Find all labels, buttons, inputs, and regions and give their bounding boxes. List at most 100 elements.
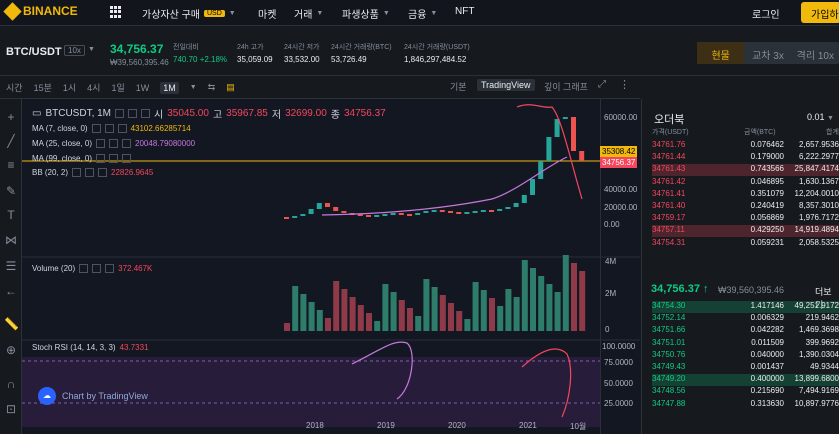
binance-logo[interactable]: BINANCE bbox=[3, 1, 78, 21]
chevron-down-icon: ▼ bbox=[827, 115, 834, 122]
fullscreen-icon[interactable]: ⤢ bbox=[598, 79, 606, 90]
order-total: 2,657.9536 bbox=[798, 140, 839, 149]
register-button[interactable]: 가입하 bbox=[801, 2, 839, 23]
close-icon[interactable] bbox=[117, 124, 127, 133]
settings-icon[interactable] bbox=[104, 124, 114, 133]
ask-row[interactable]: 34761.42 0.046895 1,630.1367 bbox=[652, 177, 839, 189]
view-depth[interactable]: 깊이 그래프 bbox=[544, 80, 588, 93]
tab-cross[interactable]: 교차 3x bbox=[744, 42, 791, 64]
ruler-icon[interactable]: 📏 bbox=[4, 317, 19, 331]
close-icon[interactable] bbox=[141, 109, 151, 118]
bid-row[interactable]: 34749.20 0.400000 13,899.6800 bbox=[652, 374, 839, 387]
nav-trade[interactable]: 거래 ▼ bbox=[294, 6, 323, 21]
brush-icon[interactable]: ✎ bbox=[4, 184, 18, 198]
settings-icon[interactable] bbox=[109, 154, 119, 163]
ask-row[interactable]: 34761.44 0.179000 6,222.2977 bbox=[652, 152, 839, 164]
close-icon[interactable] bbox=[98, 168, 108, 177]
pattern-icon[interactable]: ⋈ bbox=[4, 233, 18, 247]
more-icon[interactable]: ⋮ bbox=[619, 78, 630, 91]
tab-isolated[interactable]: 격리 10x bbox=[792, 42, 839, 64]
settings-icon[interactable] bbox=[85, 168, 95, 177]
zoom-in-icon[interactable]: ⊕ bbox=[4, 343, 18, 357]
ask-row[interactable]: 34759.17 0.056869 1,976.7172 bbox=[652, 213, 839, 225]
magnet-icon[interactable]: ∩ bbox=[4, 377, 18, 391]
ask-row[interactable]: 34757.11 0.429250 14,919.4894 bbox=[652, 225, 839, 238]
settings-icon[interactable] bbox=[92, 264, 102, 273]
bid-row[interactable]: 34749.43 0.001437 49.9344 bbox=[652, 362, 839, 374]
price-tick-60000: 60000.00 bbox=[604, 113, 638, 122]
settings-icon[interactable] bbox=[128, 109, 138, 118]
order-price: 34761.42 bbox=[652, 176, 686, 186]
bid-row[interactable]: 34752.14 0.006329 219.9462 bbox=[652, 313, 839, 325]
precision-select[interactable]: 0.01 ▼ bbox=[807, 112, 834, 122]
ask-row[interactable]: 34754.31 0.059231 2,058.5325 bbox=[652, 238, 839, 250]
nav-buy-crypto[interactable]: 가상자산 구매 USD ▼ bbox=[142, 6, 236, 21]
eye-icon[interactable] bbox=[91, 124, 101, 133]
eye-icon[interactable] bbox=[96, 154, 106, 163]
candle bbox=[497, 209, 503, 211]
bid-row[interactable]: 34747.88 0.313630 10,897.9776 bbox=[652, 399, 839, 411]
volume-bar bbox=[390, 292, 397, 331]
volume-bar bbox=[472, 282, 479, 331]
back-arrow-icon[interactable]: ← bbox=[4, 284, 18, 298]
interval-1h[interactable]: 1시 bbox=[63, 81, 76, 94]
order-amount: 0.429250 bbox=[750, 225, 784, 235]
tab-spot[interactable]: 현물 bbox=[697, 42, 745, 64]
bid-row[interactable]: 34751.01 0.011509 399.9692 bbox=[652, 338, 839, 350]
view-basic[interactable]: 기본 bbox=[450, 80, 467, 93]
text-icon[interactable]: T bbox=[4, 208, 18, 222]
crosshair-icon[interactable]: + bbox=[4, 110, 18, 124]
order-price: 34761.41 bbox=[652, 188, 686, 198]
bid-row[interactable]: 34750.76 0.040000 1,390.0304 bbox=[652, 350, 839, 362]
trend-line-icon[interactable]: ╱ bbox=[4, 134, 18, 148]
close-icon[interactable] bbox=[105, 264, 115, 273]
eye-icon[interactable] bbox=[115, 109, 125, 118]
nav-derivatives[interactable]: 파생상품 ▼ bbox=[342, 6, 390, 21]
apps-grid-icon[interactable] bbox=[110, 6, 122, 18]
nav-finance[interactable]: 금융 ▼ bbox=[408, 6, 437, 21]
login-link[interactable]: 로그인 bbox=[752, 6, 780, 21]
order-price: 34749.43 bbox=[652, 362, 686, 371]
ask-row[interactable]: 34761.76 0.076462 2,657.9536 bbox=[652, 140, 839, 152]
margin-mode-tabs: 현물 교차 3x 격리 10x bbox=[697, 42, 839, 64]
interval-1w[interactable]: 1W bbox=[136, 83, 150, 93]
nav-markets[interactable]: 마켓 bbox=[258, 6, 276, 21]
order-amount: 0.001437 bbox=[750, 362, 784, 371]
horizontal-lines-icon[interactable]: ≡ bbox=[4, 158, 18, 172]
close-icon[interactable] bbox=[122, 139, 132, 148]
interval-4h[interactable]: 4시 bbox=[87, 81, 100, 94]
eye-icon[interactable] bbox=[96, 139, 106, 148]
pair-selector[interactable]: BTC/USDT bbox=[6, 46, 62, 58]
indicators-icon[interactable]: ▤ bbox=[226, 82, 235, 93]
interval-1m[interactable]: 1M bbox=[160, 81, 179, 94]
bid-row[interactable]: 34751.66 0.042282 1,469.3698 bbox=[652, 325, 839, 337]
bid-row[interactable]: 34754.30 1.417146 49,251.9172 bbox=[652, 301, 839, 313]
settings-icon[interactable] bbox=[109, 139, 119, 148]
bid-row[interactable]: 34748.56 0.215690 7,494.9169 bbox=[652, 386, 839, 398]
close-icon[interactable] bbox=[122, 154, 132, 163]
interval-1d[interactable]: 1일 bbox=[111, 81, 124, 94]
ask-row[interactable]: 34761.40 0.240419 8,357.3010 bbox=[652, 201, 839, 213]
view-tradingview[interactable]: TradingView bbox=[477, 79, 535, 91]
ask-row[interactable]: 34761.41 0.351079 12,204.0010 bbox=[652, 189, 839, 201]
lock-icon[interactable]: ⊡ bbox=[4, 402, 18, 416]
candle bbox=[431, 210, 437, 212]
tradingview-watermark[interactable]: ☁ Chart by TradingView bbox=[38, 387, 148, 405]
eye-icon[interactable] bbox=[72, 168, 82, 177]
nav-nft[interactable]: NFT bbox=[455, 6, 474, 17]
fib-icon[interactable]: ☰ bbox=[4, 259, 18, 273]
order-price: 34748.56 bbox=[652, 386, 686, 396]
orderbook-title: 오더북 bbox=[654, 114, 685, 126]
candle bbox=[374, 215, 380, 217]
interval-15m[interactable]: 15분 bbox=[34, 81, 52, 94]
chevron-down-icon[interactable]: ▼ bbox=[190, 84, 197, 91]
eye-icon[interactable] bbox=[79, 264, 89, 273]
volume-bar bbox=[366, 313, 372, 331]
chart-settings-icon[interactable]: ⇆ bbox=[208, 82, 216, 93]
chevron-down-icon: ▼ bbox=[228, 10, 236, 17]
chevron-down-icon[interactable]: ▼ bbox=[88, 46, 95, 53]
ask-row[interactable]: 34761.43 0.743566 25,847.4174 bbox=[652, 164, 839, 177]
interval-time[interactable]: 시간 bbox=[6, 81, 23, 94]
order-total: 10,897.9776 bbox=[794, 398, 839, 408]
ob-header-total: 합계 bbox=[826, 129, 839, 136]
